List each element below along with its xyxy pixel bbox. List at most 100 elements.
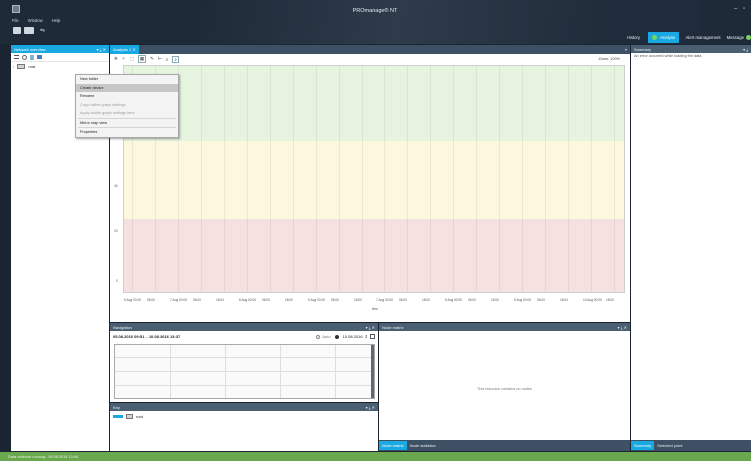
navigation-toolbar: 05.08.2016 09:51 – 10.08.2016 13:37 Auto… <box>110 331 378 342</box>
node-matrix-panel-controls[interactable]: ▾ ⤓ ✕ <box>618 325 627 330</box>
panel-controls[interactable]: ▾ ⤓ ✕ <box>97 47 106 52</box>
status-text: Data collector running - 09.08.2016 13:4… <box>8 454 78 459</box>
zoom-icon[interactable]: ⌕ <box>166 57 169 62</box>
chart-band-red <box>124 219 624 292</box>
key-title: Key <box>113 404 120 410</box>
key-item[interactable]: root <box>110 411 378 421</box>
calendar-icon[interactable] <box>370 334 375 339</box>
chart-gridline <box>614 66 615 292</box>
chart-gridline <box>384 66 385 292</box>
expand-icon[interactable]: › <box>13 64 14 69</box>
manual-radio[interactable] <box>334 334 339 339</box>
menu-item-apply-graph-settings[interactable]: Apply visible graph settings here <box>76 109 178 118</box>
x-tick-label: 06:00 <box>147 298 155 302</box>
minimize-icon[interactable]: – <box>734 6 737 12</box>
auto-radio[interactable] <box>316 334 321 339</box>
tab-analysis-1[interactable]: Analysis 1 ✕ <box>110 45 139 54</box>
tab-analysis-1-label: Analysis 1 <box>113 47 132 52</box>
folder-icon[interactable] <box>37 55 42 59</box>
nav-message[interactable]: Message <box>727 35 751 40</box>
x-tick-label: 06:00 <box>262 298 270 302</box>
key-header: Key ▾ ⤓ ✕ <box>110 403 378 411</box>
tree-item-root[interactable]: › root <box>11 62 109 70</box>
chart-plot-area[interactable] <box>123 65 625 293</box>
tab-node-matrix[interactable]: Node matrix <box>379 441 407 450</box>
nav-alert-management[interactable]: Alert management <box>685 35 720 40</box>
zoom-level: Zoom: 100% <box>598 57 620 61</box>
status-bar: Data collector running - 09.08.2016 13:4… <box>0 452 751 461</box>
node-matrix-title: Node matrix <box>382 324 404 330</box>
open-icon[interactable] <box>13 27 21 34</box>
select-icon[interactable]: ⬚ <box>130 56 134 62</box>
navigation-header: Navigation ▾ ⤓ ✕ <box>110 323 378 331</box>
zoom-fit-icon[interactable]: ⌕ <box>172 55 179 63</box>
chart-gridline <box>591 66 592 292</box>
x-tick-label: 8 Aug 00:00 <box>445 298 463 302</box>
menu-window[interactable]: Window <box>28 18 43 23</box>
date-field[interactable]: 10.08.2016 <box>343 334 363 339</box>
menu-item-new-folder[interactable]: New folder <box>76 75 178 84</box>
list-icon[interactable] <box>14 55 19 59</box>
x-tick-label: 9 Aug 00:00 <box>308 298 326 302</box>
refresh-icon[interactable] <box>22 54 27 60</box>
navigation-title: Navigation <box>113 324 132 330</box>
settings-icon[interactable]: ✲ <box>114 56 118 62</box>
chart-gridline <box>316 66 317 292</box>
navigation-panel-controls[interactable]: ▾ ⤓ ✕ <box>366 325 375 330</box>
key-panel-controls[interactable]: ▾ ⤓ ✕ <box>366 405 375 410</box>
chart-gridline <box>201 66 202 292</box>
chart-type-icon[interactable]: ▦ <box>137 55 147 63</box>
nav-analyse[interactable]: Analyse <box>648 32 680 43</box>
menu-help[interactable]: Help <box>52 18 61 23</box>
analysis-panel: Analysis 1 ✕ ▾ ✲ ✧ ⬚ ▦ ✎ ⊢ ⌕ ⌕ Zoom: 100… <box>110 45 630 322</box>
menu-item-create-device[interactable]: Create device <box>76 83 178 92</box>
top-navigation: History Analyse Alert management Message <box>625 32 751 43</box>
menu-item-mirror-map-view[interactable]: Mirror map view <box>76 119 178 128</box>
date-stepper[interactable]: ⇕ <box>365 334 368 339</box>
navigation-timeline[interactable] <box>114 344 375 399</box>
chart-band-green <box>124 66 624 141</box>
range-icon[interactable]: ⊢ <box>158 56 162 62</box>
key-item-label: root <box>136 413 143 419</box>
pen-icon[interactable]: ✎ <box>150 56 154 62</box>
x-axis-ticks: 6 Aug 00:00 06:00 7 Aug 00:00 06:00 18:00 8 A… <box>123 298 625 304</box>
nav-analyse-label: Analyse <box>660 35 676 40</box>
x-tick-label: 18:00 <box>560 298 568 302</box>
x-tick-label: 18:00 <box>606 298 614 302</box>
tab-node-statistics[interactable]: Node statistics <box>407 441 439 450</box>
message-status-icon <box>746 35 751 40</box>
add-device-icon[interactable] <box>30 54 34 60</box>
menu-item-rename[interactable]: Rename <box>76 92 178 101</box>
tab-summary[interactable]: Summary <box>631 441 655 450</box>
summary-panel-controls[interactable]: ▾ ⤓ <box>743 47 748 52</box>
timeline-scrollbar[interactable] <box>371 345 374 398</box>
pointer-icon[interactable]: ✧ <box>122 56 126 62</box>
network-overview-header: Network overview ▾ ⤓ ✕ <box>11 45 109 53</box>
x-axis-label: time <box>372 307 379 311</box>
share-icon[interactable]: ⇋ <box>40 27 45 34</box>
menu-item-copy-graph-settings[interactable]: Copy visible graph settings <box>76 101 178 110</box>
key-folder-icon <box>126 413 133 419</box>
chart-gridline <box>362 66 363 292</box>
x-tick-label: 18:00 <box>216 298 224 302</box>
x-tick-label: 06:00 <box>468 298 476 302</box>
analyse-status-icon <box>652 35 658 40</box>
menu-file[interactable]: File <box>12 18 19 23</box>
tab-menu-icon[interactable]: ▾ <box>625 47 630 52</box>
x-tick-label: 06:00 <box>193 298 201 302</box>
chart-band-yellow <box>124 141 624 219</box>
navigation-controls: Auto 10.08.2016 ⇕ <box>316 334 375 339</box>
x-tick-label: 18:00 <box>285 298 293 302</box>
x-tick-label: 7 Aug 00:00 <box>376 298 394 302</box>
chart-gridline <box>339 66 340 292</box>
tab-selected-point[interactable]: Selected point <box>654 441 685 450</box>
nav-history[interactable]: History <box>625 35 642 40</box>
restore-icon[interactable]: ▫ <box>743 6 745 12</box>
menu-item-properties[interactable]: Properties <box>76 128 178 137</box>
summary-panel: Summary ▾ ⤓ An error occurred while load… <box>631 45 751 451</box>
x-tick-label: 8 Aug 00:00 <box>239 298 257 302</box>
node-matrix-header: Node matrix ▾ ⤓ ✕ <box>379 323 630 331</box>
x-tick-label: 18:00 <box>422 298 430 302</box>
save-icon[interactable] <box>24 27 34 34</box>
chart-gridline <box>430 66 431 292</box>
